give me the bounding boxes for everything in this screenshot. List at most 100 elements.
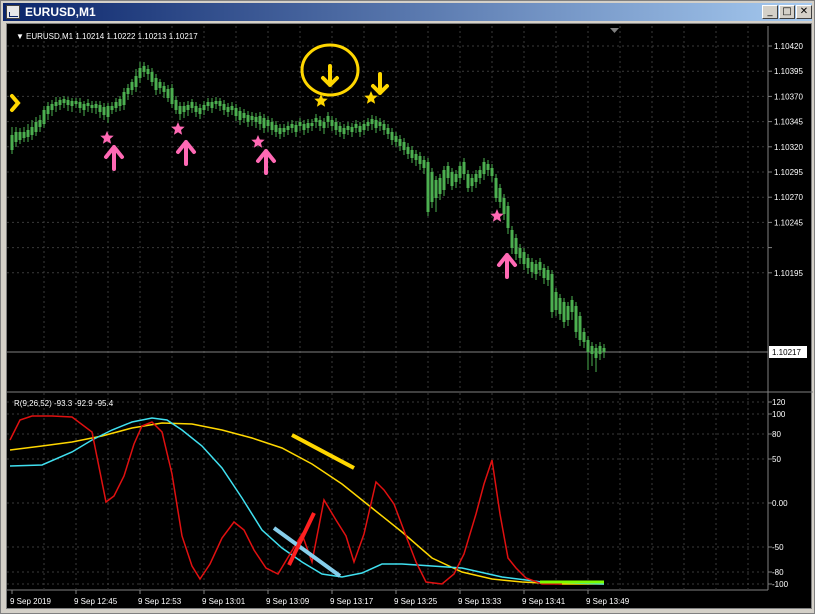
candle-body [114, 102, 118, 108]
candle-body [330, 120, 334, 126]
candle-body [446, 166, 450, 178]
symbol-menu-icon[interactable]: ▼ [16, 32, 24, 41]
candle-body [534, 264, 538, 274]
candle-body [262, 118, 266, 128]
candle-body [254, 117, 258, 122]
candle-body [246, 115, 250, 122]
indicator-tick-label: 120 [772, 398, 786, 407]
candle-body [318, 120, 322, 126]
price-tick-label: 1.10295 [774, 168, 803, 177]
candle-body [586, 340, 590, 352]
candle-body [382, 124, 386, 130]
candle-body [362, 124, 366, 130]
candle-body [478, 170, 482, 178]
grid [7, 26, 768, 590]
chart-canvas[interactable]: 1.10420 1.10395 1.10370 1.10345 1.10320 1.102… [6, 23, 813, 610]
candle-body [502, 198, 506, 214]
candle-body [402, 142, 406, 150]
candle-body [22, 132, 26, 138]
annotation-blue-stroke [272, 526, 342, 578]
price-tick-label: 1.10395 [774, 67, 803, 76]
time-tick-label: 9 Sep 13:25 [394, 597, 438, 606]
candle-body [226, 107, 230, 112]
time-tick-label: 9 Sep 13:41 [522, 597, 566, 606]
annotation-yellow-stroke [291, 433, 355, 470]
candle-body [458, 166, 462, 178]
candle-body [174, 100, 178, 110]
close-button[interactable]: ✕ [796, 5, 812, 19]
maximize-button[interactable]: □ [779, 5, 795, 19]
candle-body [126, 88, 130, 94]
minimize-button[interactable]: _ [762, 5, 778, 19]
time-axis: 9 Sep 2019 9 Sep 12:45 9 Sep 12:53 9 Sep 13… [10, 590, 630, 606]
candle-body [34, 122, 38, 132]
candle-body [178, 106, 182, 114]
candle-body [434, 180, 438, 198]
candle-body [366, 122, 370, 126]
candle-body [202, 105, 206, 110]
candle-body [166, 89, 170, 98]
candle-body [558, 298, 562, 314]
candle-body [54, 102, 58, 106]
candle-body [538, 262, 542, 270]
chart-header: EURUSD,M1 1.10214 1.10222 1.10213 1.1021… [26, 32, 198, 41]
candle-body [386, 128, 390, 134]
candle-body [570, 300, 574, 312]
chart-svg[interactable]: 1.10420 1.10395 1.10370 1.10345 1.10320 1.102… [7, 24, 813, 610]
candle-body [602, 348, 606, 352]
candle-body [594, 348, 598, 358]
candle-body [278, 128, 282, 134]
candle-body [342, 128, 346, 134]
indicator-tick-label: -80 [772, 568, 784, 577]
candle-body [250, 116, 254, 120]
candle-body [354, 124, 358, 128]
window-title: EURUSD,M1 [25, 5, 96, 19]
candle-body [526, 258, 530, 268]
candle-body [74, 101, 78, 104]
candle-body [50, 104, 54, 110]
title-bar[interactable]: EURUSD,M1 _ □ ✕ [3, 3, 812, 21]
candle-body [326, 116, 330, 122]
candle-body [222, 104, 226, 110]
candle-body [410, 150, 414, 158]
indicator-lines [9, 415, 605, 585]
star-icon [100, 131, 114, 144]
up-arrow-icon [497, 253, 517, 279]
price-tick-label: 1.10370 [774, 92, 803, 101]
time-tick-label: 9 Sep 2019 [10, 597, 51, 606]
candle-body [338, 126, 342, 132]
candle-body [474, 174, 478, 182]
down-arrow-icon [321, 64, 339, 87]
candle-body [554, 292, 558, 310]
candle-body [406, 147, 410, 154]
candle-body [214, 101, 218, 104]
candle-body [90, 105, 94, 108]
time-tick-label: 9 Sep 13:17 [330, 597, 374, 606]
candle-body [42, 110, 46, 124]
candle-body [206, 102, 210, 106]
candle-body [426, 162, 430, 212]
candle-body [442, 170, 446, 190]
candle-body [134, 76, 138, 87]
indicator-tick-label: 50 [772, 455, 781, 464]
candle-body [118, 99, 122, 106]
candle-body [58, 100, 62, 105]
candle-body [578, 316, 582, 340]
candle-body [530, 262, 534, 272]
candle-body [374, 120, 378, 128]
candle-body [182, 106, 186, 112]
candle-body [190, 102, 194, 108]
candle-body [398, 139, 402, 146]
current-price-label: 1.10217 [772, 348, 801, 357]
price-axis[interactable]: 1.10420 1.10395 1.10370 1.10345 1.10320 1.102… [768, 42, 803, 278]
candle-body [26, 130, 30, 137]
candle-body [110, 106, 114, 110]
chart-shift-marker[interactable] [610, 28, 619, 33]
candle-body [358, 126, 362, 132]
candle-body [70, 101, 74, 106]
indicator-tick-label: 100 [772, 410, 786, 419]
indicator-tick-label: -100 [772, 580, 789, 589]
candle-body [566, 306, 570, 320]
candle-body [158, 82, 162, 88]
candle-body [82, 104, 86, 110]
